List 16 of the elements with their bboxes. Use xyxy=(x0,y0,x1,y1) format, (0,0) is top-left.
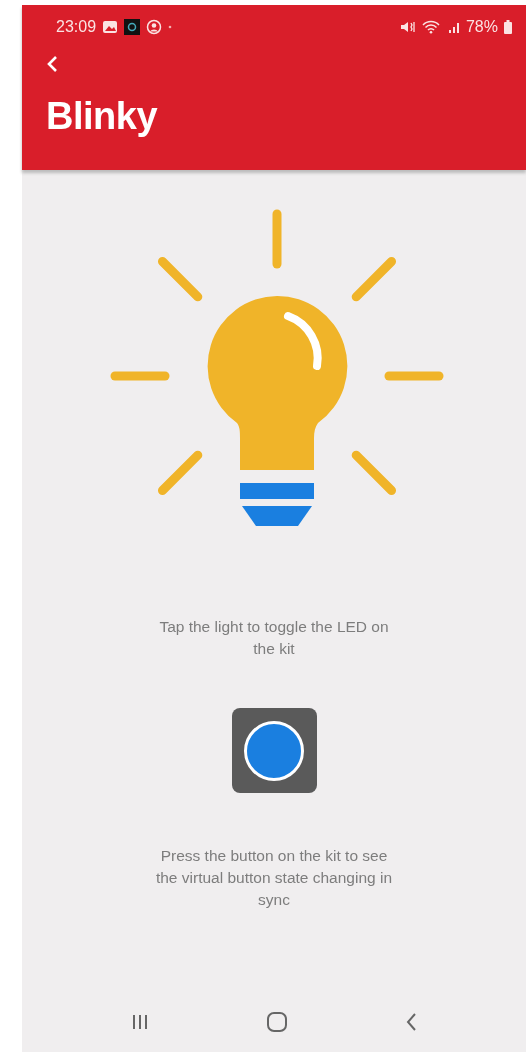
light-instruction: Tap the light to toggle the LED on the kit xyxy=(158,617,390,659)
recent-apps-icon xyxy=(130,1013,149,1031)
home-icon xyxy=(266,1011,288,1033)
screen-title: Blinky xyxy=(46,95,159,138)
back-icon xyxy=(405,1012,418,1032)
status-time: 23:09 xyxy=(56,18,97,36)
gallery-icon xyxy=(102,20,119,34)
back-icon xyxy=(46,55,58,73)
account-icon xyxy=(146,19,163,35)
wifi-icon xyxy=(421,20,442,34)
battery-level: 78% xyxy=(465,18,498,36)
mute-icon xyxy=(399,20,416,34)
app-icon xyxy=(124,19,141,35)
battery-icon xyxy=(504,20,512,34)
signal-icon xyxy=(447,20,462,34)
button-instruction: Press the button on the kit to see the virtual button state changing in sync xyxy=(154,846,394,910)
